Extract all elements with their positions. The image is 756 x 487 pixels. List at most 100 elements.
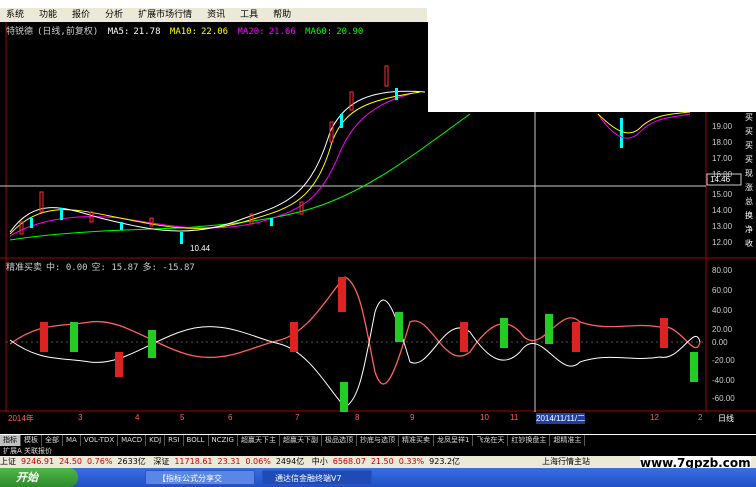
tab-vol[interactable]: VOL-TDX [81, 435, 119, 446]
price-tick: 13.00 [712, 222, 733, 231]
side-label: 涨 [745, 183, 753, 192]
tab-macd[interactable]: MACD [118, 435, 147, 446]
tab-custom[interactable]: 超赢天下主 [238, 435, 280, 446]
tab-ma[interactable]: MA [63, 435, 81, 446]
crosshair-date: 2014/11/11/二 [536, 413, 586, 424]
sz-vol: 2494亿 [275, 457, 305, 466]
price-tick: 14.00 [712, 206, 733, 215]
tab-custom[interactable]: 红钞换盘主 [508, 435, 551, 446]
time-tick: 3 [78, 413, 83, 422]
ind-tick: 80.00 [712, 266, 733, 275]
tab-template[interactable]: 模板 [21, 435, 42, 446]
trading-app: 系统 功能 报价 分析 扩展市场行情 资讯 工具 帮助 特锐德 (日线,前复权)… [0, 0, 756, 487]
ind-tick: 40.00 [712, 306, 733, 315]
sh-pct: 0.76% [87, 457, 113, 466]
menu-tools[interactable]: 工具 [240, 8, 258, 22]
taskbar-item[interactable]: 【指标公式分享交 [145, 470, 255, 485]
ind-tick: -40.00 [712, 376, 735, 385]
side-label: 净 [745, 225, 753, 234]
tab-kdj[interactable]: KDJ [146, 435, 166, 446]
menu-quote[interactable]: 报价 [72, 8, 90, 22]
sub-tab-bar: 扩展A 关联报价 [0, 446, 756, 456]
side-label: 买 [745, 127, 753, 136]
zx-pct: 0.33% [398, 457, 425, 466]
ma10-value: 22.06 [201, 27, 229, 37]
menu-extended-market[interactable]: 扩展市场行情 [138, 8, 192, 22]
stock-name: 特锐德 [6, 27, 34, 37]
sz-change: 23.31 [217, 457, 241, 466]
tab-custom[interactable]: 超精准主 [550, 435, 586, 446]
price-tick: 17.00 [712, 154, 733, 163]
sh-change: 24.50 [59, 457, 82, 466]
time-tick: 11 [510, 413, 519, 422]
sz-label: 深证 [153, 457, 170, 466]
indicator-name: 精准买卖 [6, 263, 43, 273]
tab-custom[interactable]: 龙凤呈祥1 [434, 435, 474, 446]
ma10-label: MA10: [169, 27, 197, 37]
side-label: 收 [745, 239, 753, 248]
zx-change: 21.50 [370, 457, 394, 466]
tab-custom[interactable]: 超赢天下副 [280, 435, 322, 446]
tab-custom[interactable]: 抄底与选顶 [357, 435, 399, 446]
start-button[interactable]: 开始 [0, 468, 78, 487]
ind-tick: 0.00 [712, 338, 728, 347]
indicator-long: 多: -15.87 [142, 263, 195, 273]
time-tick: 5 [180, 413, 185, 422]
server-label: 上海行情主站 [538, 456, 594, 468]
side-label: 买 [745, 155, 753, 164]
sh-value: 9246.91 [21, 457, 55, 466]
ind-tick: 20.00 [712, 325, 733, 334]
taskbar-item[interactable]: 通达信金融终端V7 [262, 470, 372, 485]
tab-custom[interactable]: 极品选顶 [322, 435, 357, 446]
sz-pct: 0.06% [245, 457, 271, 466]
time-tick: 9 [410, 413, 415, 422]
sz-value: 11718.61 [174, 457, 213, 466]
time-tick: 4 [135, 413, 140, 422]
ma60-value: 20.90 [336, 27, 364, 37]
menu-help[interactable]: 帮助 [273, 8, 291, 22]
indicator-tab-bar: 指标 模板 全部 MA VOL-TDX MACD KDJ RSI BOLL NCZIG 超赢天下主超… [0, 435, 756, 446]
ma20-value: 21.66 [268, 27, 296, 37]
tab-rsi[interactable]: RSI [165, 435, 184, 446]
time-tick: 6 [228, 413, 233, 422]
tab-extend-a[interactable]: 扩展A [3, 447, 22, 455]
side-label: 总 [745, 197, 753, 206]
price-tick: 12.00 [712, 238, 733, 247]
tab-boll[interactable]: BOLL [184, 435, 209, 446]
ind-tick: -60.00 [712, 394, 735, 403]
menu-system[interactable]: 系统 [6, 8, 24, 22]
period-tag[interactable]: 日线 [718, 413, 734, 424]
side-label: 换 [745, 211, 753, 220]
side-label: 买 [745, 113, 753, 122]
menu-bar: 系统 功能 报价 分析 扩展市场行情 资讯 工具 帮助 [0, 8, 427, 22]
tab-nczig[interactable]: NCZIG [209, 435, 238, 446]
time-tick: 2014年 [8, 414, 34, 423]
period-label: (日线,前复权) [37, 27, 99, 37]
ma60-label: MA60: [305, 27, 333, 37]
time-tick: 2 [698, 413, 703, 422]
menu-analysis[interactable]: 分析 [105, 8, 123, 22]
side-label: 现 [745, 169, 753, 178]
indicator-title: 精准买卖 中: 0.00 空: 15.87 多: -15.87 [6, 260, 199, 273]
tab-custom[interactable]: 精准买卖 [399, 435, 434, 446]
zx-label: 中小 [311, 457, 328, 466]
tab-custom[interactable]: 飞龙在天 [473, 435, 509, 446]
windows-taskbar: 开始 【指标公式分享交 通达信金融终端V7 [0, 468, 756, 487]
ind-tick: 60.00 [712, 286, 733, 295]
price-tick: 18.00 [712, 138, 733, 147]
overlay-blank-area [428, 22, 756, 112]
sh-vol: 2633亿 [117, 457, 146, 466]
tab-related-quote[interactable]: 关联报价 [24, 447, 52, 455]
menu-news[interactable]: 资讯 [207, 8, 225, 22]
indicator-mid: 中: 0.00 [46, 263, 88, 273]
zx-vol: 923.2亿 [429, 457, 461, 466]
ma5-label: MA5: [107, 27, 130, 37]
chart-area[interactable]: 特锐德 (日线,前复权) MA5: 21.78 MA10: 22.06 MA20: 21… [0, 22, 756, 434]
menu-function[interactable]: 功能 [39, 8, 57, 22]
start-label: 开始 [16, 471, 38, 484]
ma5-value: 21.78 [133, 27, 161, 37]
tab-all[interactable]: 全部 [42, 435, 63, 446]
ma20-label: MA20: [237, 27, 265, 37]
tab-indicator[interactable]: 指标 [0, 435, 21, 446]
indicator-empty: 空: 15.87 [91, 263, 139, 273]
